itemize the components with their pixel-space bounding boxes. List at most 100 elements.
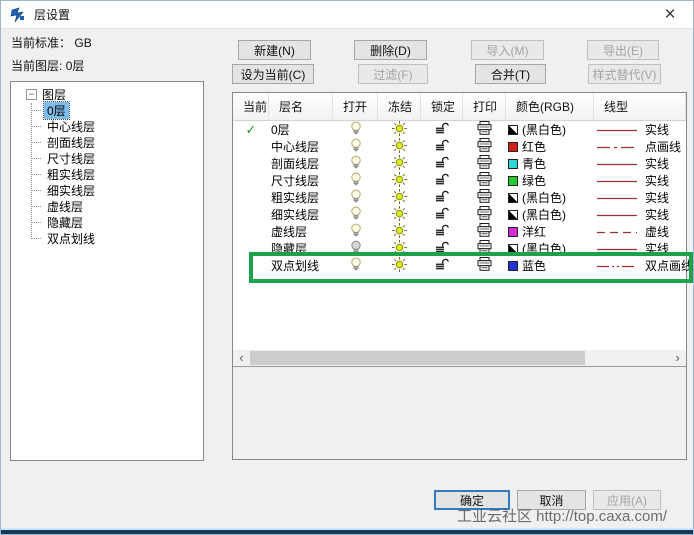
color-cell[interactable]: 蓝色 <box>506 257 594 274</box>
bulb-icon[interactable] <box>350 138 362 155</box>
layer-name-cell[interactable]: 隐藏层 <box>269 240 333 257</box>
linetype-sample[interactable] <box>596 140 638 154</box>
lock-cell[interactable] <box>421 240 463 257</box>
printer-icon[interactable] <box>477 155 492 173</box>
open-cell[interactable] <box>333 172 378 189</box>
bulb-icon[interactable] <box>350 155 362 172</box>
bulb-icon[interactable] <box>350 189 362 206</box>
linetype-sample[interactable] <box>596 242 638 256</box>
lock-cell[interactable] <box>421 189 463 206</box>
open-cell[interactable] <box>333 206 378 223</box>
lock-open-icon[interactable] <box>435 173 449 189</box>
color-cell[interactable]: (黑白色) <box>506 121 594 138</box>
lock-open-icon[interactable] <box>435 156 449 172</box>
column-header-当前[interactable]: 当前 <box>233 93 269 120</box>
open-cell[interactable] <box>333 189 378 206</box>
new-button[interactable]: 新建(N) <box>238 40 311 60</box>
bulb-icon[interactable] <box>350 240 362 257</box>
scrollbar-thumb[interactable] <box>250 351 585 365</box>
color-cell[interactable]: 绿色 <box>506 172 594 189</box>
tree-root-layers[interactable]: − 图层 <box>11 86 203 102</box>
sun-icon[interactable] <box>392 223 407 241</box>
table-row-虚线层[interactable]: 虚线层洋红虚线 <box>233 223 686 240</box>
current-cell[interactable] <box>233 189 269 206</box>
linetype-cell[interactable]: 点画线 <box>594 138 686 155</box>
freeze-cell[interactable] <box>378 172 421 189</box>
printer-icon[interactable] <box>477 223 492 241</box>
bulb-icon[interactable] <box>350 206 362 223</box>
open-cell[interactable] <box>333 155 378 172</box>
linetype-cell[interactable]: 实线 <box>594 121 686 138</box>
open-cell[interactable] <box>333 240 378 257</box>
bulb-icon[interactable] <box>350 172 362 189</box>
sun-icon[interactable] <box>392 155 407 173</box>
freeze-cell[interactable] <box>378 155 421 172</box>
layer-name-cell[interactable]: 粗实线层 <box>269 189 333 206</box>
linetype-sample[interactable] <box>596 225 638 239</box>
column-header-层名[interactable]: 层名 <box>269 93 333 120</box>
current-cell[interactable] <box>233 155 269 172</box>
color-swatch[interactable] <box>508 227 518 237</box>
table-row-0层[interactable]: ✓0层 (黑白色)实线 <box>233 121 686 138</box>
color-cell[interactable]: (黑白色) <box>506 206 594 223</box>
printer-icon[interactable] <box>477 172 492 190</box>
open-cell[interactable] <box>333 257 378 274</box>
table-row-尺寸线层[interactable]: 尺寸线层绿色实线 <box>233 172 686 189</box>
color-cell[interactable]: 红色 <box>506 138 594 155</box>
scroll-right-icon[interactable]: › <box>669 350 686 366</box>
color-cell[interactable]: 洋红 <box>506 223 594 240</box>
color-swatch[interactable] <box>508 261 518 271</box>
table-row-粗实线层[interactable]: 粗实线层(黑白色)实线 <box>233 189 686 206</box>
layer-name-cell[interactable]: 虚线层 <box>269 223 333 240</box>
sun-icon[interactable] <box>392 206 407 224</box>
tree-item-尺寸线层[interactable]: 尺寸线层 <box>11 150 203 166</box>
layer-name-cell[interactable]: 剖面线层 <box>269 155 333 172</box>
tree-item-中心线层[interactable]: 中心线层 <box>11 118 203 134</box>
printer-icon[interactable] <box>477 189 492 207</box>
tree-item-粗实线层[interactable]: 粗实线层 <box>11 166 203 182</box>
scroll-left-icon[interactable]: ‹ <box>233 350 250 366</box>
linetype-sample[interactable] <box>596 174 638 188</box>
tree-item-隐藏层[interactable]: 隐藏层 <box>11 214 203 230</box>
current-cell[interactable] <box>233 257 269 274</box>
sun-icon[interactable] <box>392 257 407 275</box>
layer-name-cell[interactable]: 0层 <box>269 121 333 138</box>
column-header-冻结[interactable]: 冻结 <box>378 93 421 120</box>
linetype-cell[interactable]: 实线 <box>594 206 686 223</box>
freeze-cell[interactable] <box>378 206 421 223</box>
lock-cell[interactable] <box>421 121 463 138</box>
layer-name-cell[interactable]: 尺寸线层 <box>269 172 333 189</box>
lock-cell[interactable] <box>421 223 463 240</box>
sun-icon[interactable] <box>392 240 407 258</box>
layer-name-cell[interactable]: 双点划线 <box>269 257 333 274</box>
linetype-cell[interactable]: 实线 <box>594 155 686 172</box>
freeze-cell[interactable] <box>378 189 421 206</box>
printer-icon[interactable] <box>477 138 492 156</box>
linetype-sample[interactable] <box>596 123 638 137</box>
column-header-打印[interactable]: 打印 <box>463 93 506 120</box>
column-header-锁定[interactable]: 锁定 <box>421 93 463 120</box>
printer-icon[interactable] <box>477 257 492 275</box>
linetype-sample[interactable] <box>596 191 638 205</box>
linetype-sample[interactable] <box>596 208 638 222</box>
lock-open-icon[interactable] <box>435 139 449 155</box>
color-swatch[interactable] <box>508 176 518 186</box>
lock-cell[interactable] <box>421 172 463 189</box>
linetype-cell[interactable]: 实线 <box>594 189 686 206</box>
current-cell[interactable] <box>233 138 269 155</box>
color-swatch[interactable] <box>508 125 518 135</box>
print-cell[interactable] <box>463 155 506 172</box>
print-cell[interactable] <box>463 138 506 155</box>
freeze-cell[interactable] <box>378 223 421 240</box>
current-cell[interactable]: ✓ <box>233 121 269 138</box>
freeze-cell[interactable] <box>378 257 421 274</box>
open-cell[interactable] <box>333 223 378 240</box>
layer-name-cell[interactable]: 中心线层 <box>269 138 333 155</box>
current-cell[interactable] <box>233 206 269 223</box>
table-row-隐藏层[interactable]: 隐藏层(黑白色)实线 <box>233 240 686 257</box>
open-cell[interactable] <box>333 138 378 155</box>
tree-item-剖面线层[interactable]: 剖面线层 <box>11 134 203 150</box>
lock-cell[interactable] <box>421 155 463 172</box>
sun-icon[interactable] <box>392 189 407 207</box>
color-swatch[interactable] <box>508 193 518 203</box>
